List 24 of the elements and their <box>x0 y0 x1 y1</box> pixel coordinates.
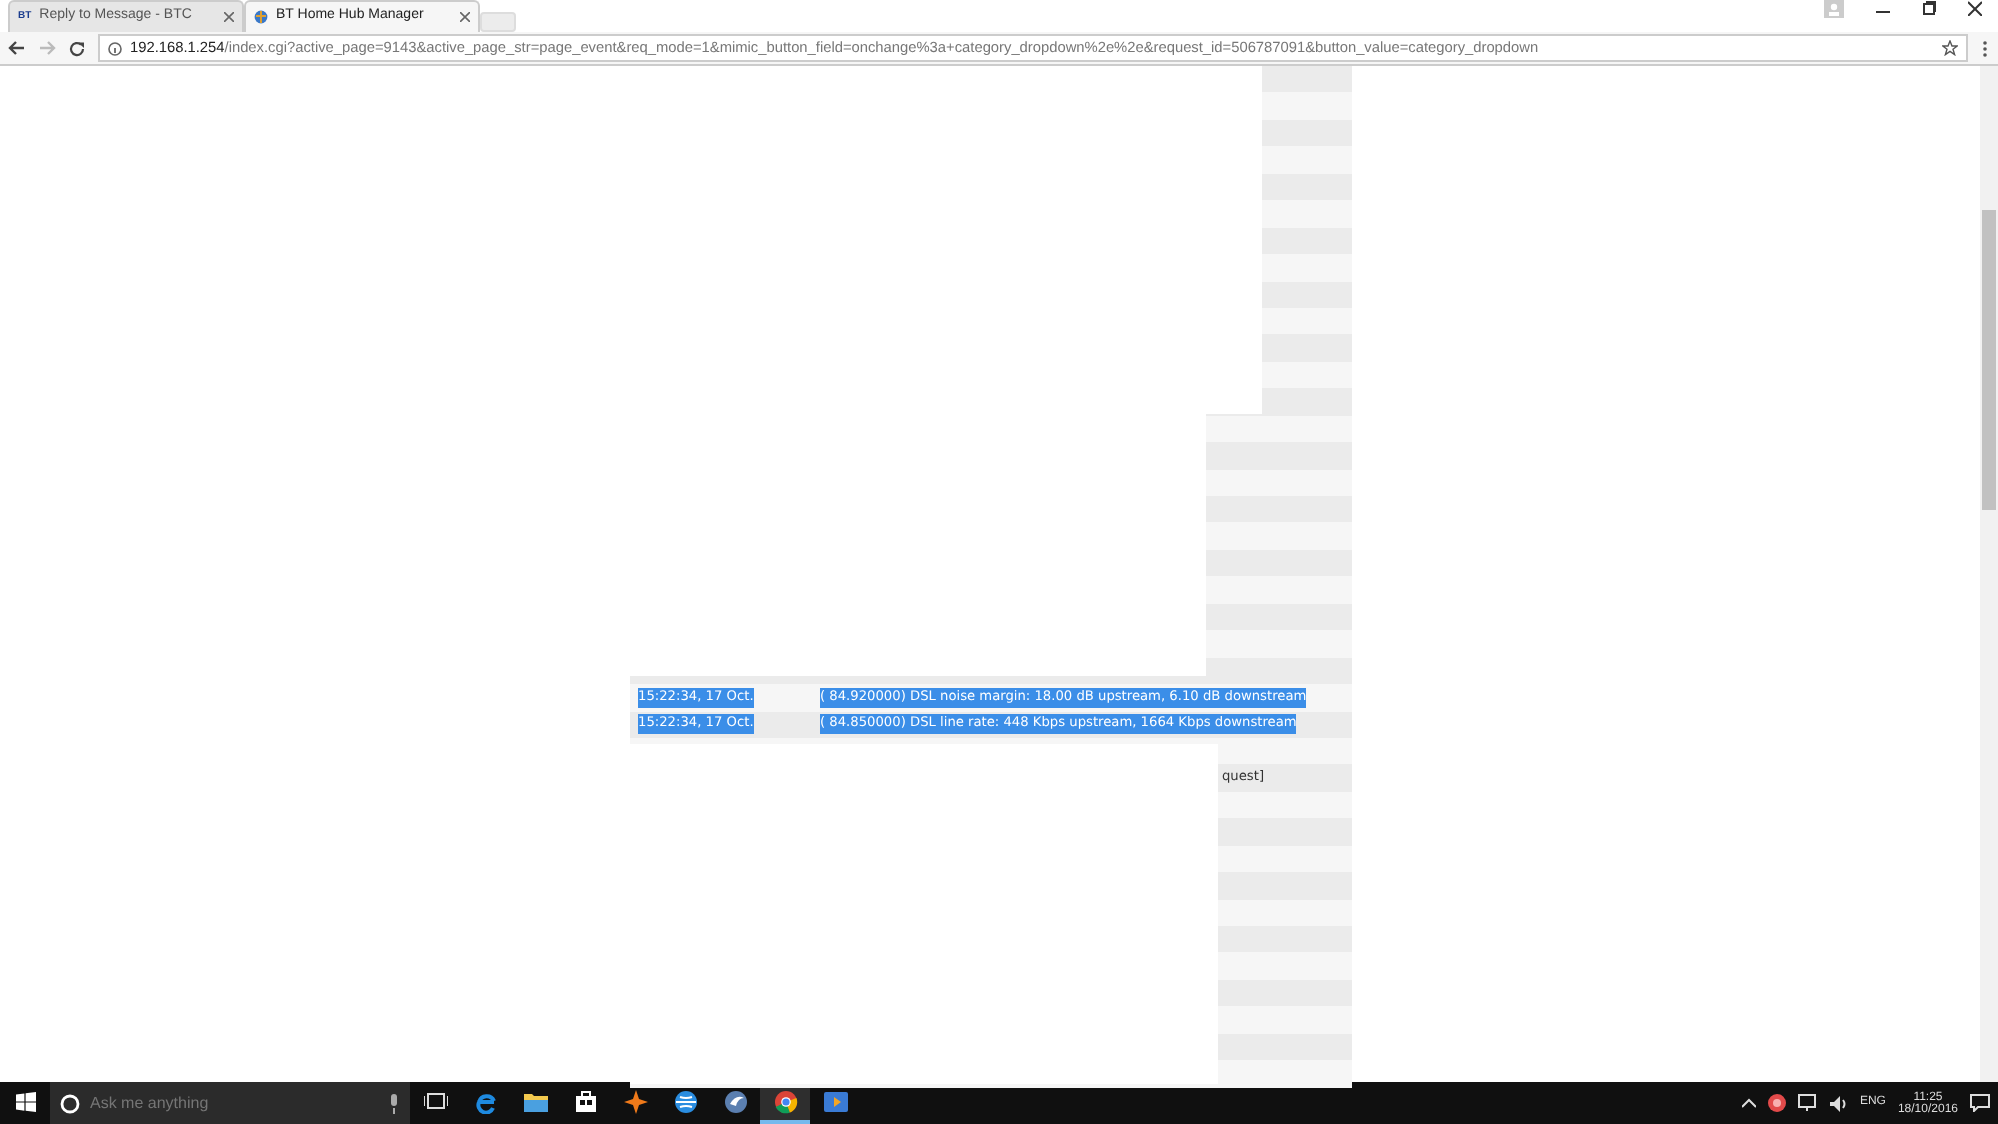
windows-icon <box>15 1091 35 1111</box>
play-icon <box>823 1089 847 1113</box>
info-icon <box>108 41 122 55</box>
maximize-icon[interactable] <box>1922 0 1936 16</box>
chevron-up-icon[interactable] <box>1741 1098 1756 1108</box>
microphone-icon[interactable] <box>388 1093 400 1113</box>
star-burst-icon <box>623 1089 647 1113</box>
back-arrow-icon[interactable] <box>8 40 26 56</box>
network-icon[interactable] <box>1797 1094 1818 1112</box>
task-view-icon <box>423 1089 447 1113</box>
search-box[interactable]: Ask me anything <box>50 1082 410 1124</box>
search-field[interactable]: Ask me anything <box>90 1091 378 1115</box>
reload-icon[interactable] <box>68 39 86 57</box>
folder-icon <box>523 1089 547 1113</box>
circle-icon <box>60 1093 80 1113</box>
notification-icon[interactable] <box>1970 1094 1990 1112</box>
letter-e-icon <box>473 1089 497 1113</box>
speaker-icon[interactable] <box>1829 1095 1848 1111</box>
star-icon[interactable] <box>1942 40 1958 56</box>
close-icon[interactable] <box>1968 0 1982 16</box>
menu-icon[interactable] <box>1980 39 1990 57</box>
globe-icon <box>254 10 268 24</box>
scrollbar[interactable] <box>1980 66 1998 1082</box>
shopping-bag-icon <box>573 1089 597 1113</box>
